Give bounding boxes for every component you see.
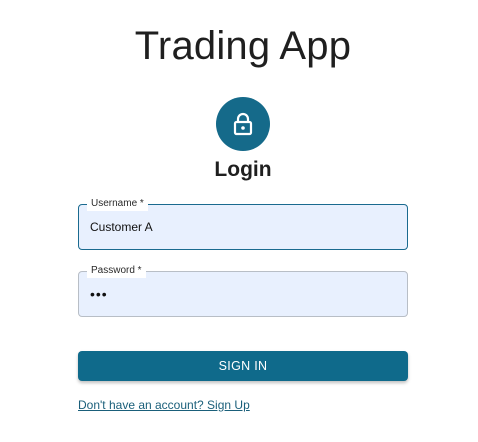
username-input[interactable]: [90, 205, 390, 249]
lock-icon: [232, 112, 254, 136]
password-field[interactable]: Password *: [78, 264, 408, 317]
username-field[interactable]: Username *: [78, 197, 408, 250]
avatar: [216, 97, 270, 151]
login-page: Trading App Login Username * Password * …: [0, 0, 478, 442]
password-input[interactable]: [90, 272, 390, 316]
sign-in-button[interactable]: SIGN IN: [78, 351, 408, 381]
app-title: Trading App: [134, 24, 352, 68]
login-heading: Login: [214, 158, 272, 181]
sign-up-link[interactable]: Don't have an account? Sign Up: [78, 398, 250, 412]
